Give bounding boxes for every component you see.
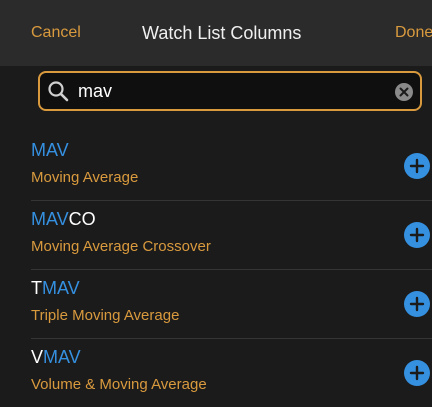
symbol-prefix: T [31,278,42,298]
result-description: Volume & Moving Average [31,376,207,393]
result-description: Moving Average Crossover [31,238,211,255]
search-icon [48,81,69,102]
symbol-suffix: CO [68,209,96,229]
cancel-button[interactable]: Cancel [31,24,81,42]
list-item[interactable]: VMAV Volume & Moving Average [0,339,432,407]
symbol-match: MAV [43,347,81,367]
list-item[interactable]: MAVCO Moving Average Crossover [0,201,432,269]
symbol-match: MAV [31,140,69,160]
done-button[interactable]: Done [395,24,432,42]
nav-bar: Cancel Watch List Columns Done [0,0,432,66]
clear-icon[interactable] [395,83,413,101]
result-symbol: MAV [31,140,69,160]
search-bar [0,66,432,132]
symbol-match: MAV [42,278,80,298]
symbol-match: MAV [31,209,69,229]
list-item[interactable]: MAV Moving Average [0,132,432,200]
result-symbol: VMAV [31,347,81,367]
page-title: Watch List Columns [142,23,302,43]
results-list: MAV Moving Average MAVCO Moving Average … [0,132,432,393]
search-field[interactable] [38,71,422,111]
list-item[interactable]: TMAV Triple Moving Average [0,270,432,338]
symbol-prefix: V [31,347,44,367]
result-symbol: MAVCO [31,209,96,229]
result-description: Moving Average [31,169,139,186]
result-description: Triple Moving Average [31,307,180,324]
add-icon[interactable] [404,153,430,179]
add-icon[interactable] [404,222,430,248]
add-icon[interactable] [404,291,430,317]
result-symbol: TMAV [31,278,80,298]
add-icon[interactable] [404,360,430,386]
search-input[interactable] [78,79,368,103]
